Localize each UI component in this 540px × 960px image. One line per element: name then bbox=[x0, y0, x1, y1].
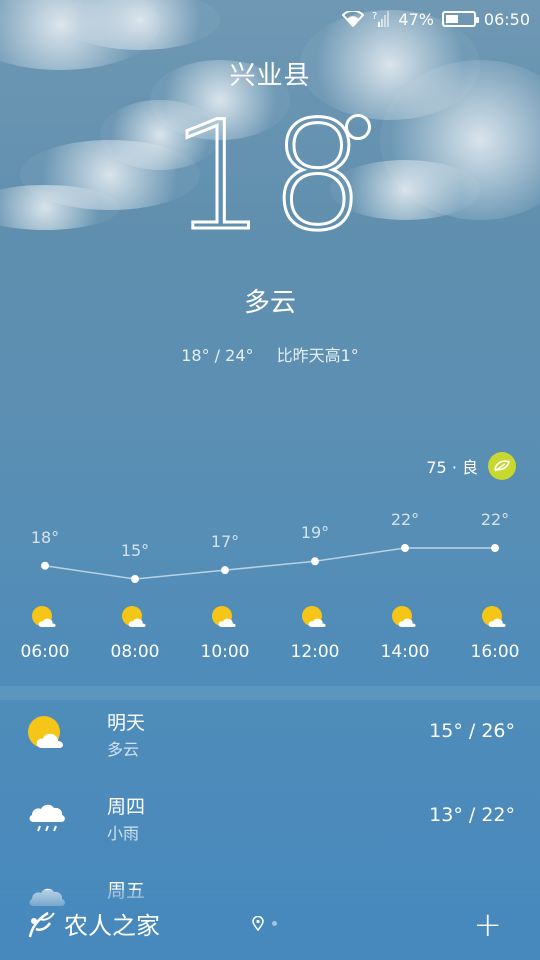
daily-range: 15° / 26° bbox=[429, 720, 515, 742]
hourly-temp: 17° bbox=[210, 532, 240, 552]
partly-cloudy-icon bbox=[270, 604, 360, 630]
daily-row[interactable]: 周四 小雨 13° / 22° bbox=[0, 784, 540, 868]
battery-fill bbox=[445, 15, 459, 23]
daily-condition: 小雨 bbox=[107, 824, 140, 843]
temperature-point bbox=[311, 557, 319, 566]
current-temperature: 18 bbox=[0, 101, 540, 254]
temperature-point bbox=[131, 575, 139, 583]
temperature-point bbox=[491, 544, 499, 552]
hourly-temp: 15° bbox=[120, 541, 150, 560]
temperature-point bbox=[41, 561, 49, 570]
clock: 06:50 bbox=[483, 9, 530, 29]
aqi-text: 75 · 良 bbox=[426, 458, 478, 477]
battery-icon bbox=[441, 11, 479, 27]
status-bar: ? 47% 06:50 bbox=[0, 0, 540, 38]
hourly-temp: 22° bbox=[390, 510, 420, 529]
partly-cloudy-icon bbox=[0, 604, 90, 630]
air-quality[interactable]: 75 · 良 bbox=[426, 452, 516, 480]
partly-cloudy-icon bbox=[360, 604, 450, 630]
current-condition: 多云 bbox=[243, 288, 296, 318]
temperature-point bbox=[221, 566, 229, 575]
partly-cloudy-icon bbox=[90, 604, 180, 630]
hourly-time: 08:00 bbox=[110, 642, 160, 662]
hourly-time: 10:00 bbox=[200, 642, 250, 662]
hourly-time: 06:00 bbox=[20, 642, 70, 662]
hourly-temp: 19° bbox=[300, 523, 330, 543]
logo-mark-icon bbox=[28, 911, 55, 937]
bottom-bar: 农人之家 + bbox=[0, 890, 540, 960]
logo-text: 农人之家 bbox=[64, 912, 160, 940]
svg-text:?: ? bbox=[372, 11, 377, 22]
add-city-button[interactable]: + bbox=[474, 908, 503, 942]
watermark-logo: 农人之家 bbox=[26, 906, 160, 941]
partly-cloudy-icon bbox=[180, 604, 270, 630]
hourly-forecast[interactable]: 18° 06:00 15° 08:00 17° 10:00 19° 12:00 22° 14:00… bbox=[0, 500, 540, 680]
page-indicator bbox=[252, 916, 277, 931]
light-rain-icon bbox=[22, 792, 74, 844]
hourly-temp: 22° bbox=[480, 510, 510, 529]
city-name[interactable]: 兴业县 bbox=[0, 55, 540, 92]
hourly-time: 16:00 bbox=[470, 642, 520, 662]
hourly-temperature-line bbox=[41, 544, 499, 583]
section-divider bbox=[0, 686, 540, 700]
temperature-value: 18 bbox=[169, 90, 370, 264]
signal-icon: ? bbox=[372, 11, 390, 27]
page-dot bbox=[272, 921, 277, 926]
battery-percent: 47% bbox=[398, 9, 434, 29]
today-range: 18° / 24° bbox=[181, 346, 254, 365]
partly-cloudy-icon bbox=[22, 708, 74, 760]
partly-cloudy-icon bbox=[450, 604, 540, 630]
daily-day: 周四 bbox=[107, 796, 146, 818]
hourly-temp: 18° bbox=[30, 527, 60, 547]
daily-range: 13° / 22° bbox=[429, 804, 515, 826]
wifi-icon bbox=[342, 11, 365, 27]
location-pin-icon bbox=[252, 916, 264, 931]
today-summary: 18° / 24° 比昨天高1° bbox=[0, 342, 540, 366]
temperature-point bbox=[401, 544, 409, 552]
daily-row[interactable]: 明天 多云 15° / 26° bbox=[0, 700, 540, 784]
hourly-time: 14:00 bbox=[380, 642, 430, 662]
daily-condition: 多云 bbox=[107, 740, 140, 759]
compare-yesterday: 比昨天高1° bbox=[276, 346, 359, 365]
hourly-time: 12:00 bbox=[290, 642, 340, 662]
daily-day: 明天 bbox=[107, 712, 146, 734]
leaf-icon bbox=[488, 452, 516, 480]
degree-symbol bbox=[345, 114, 371, 140]
